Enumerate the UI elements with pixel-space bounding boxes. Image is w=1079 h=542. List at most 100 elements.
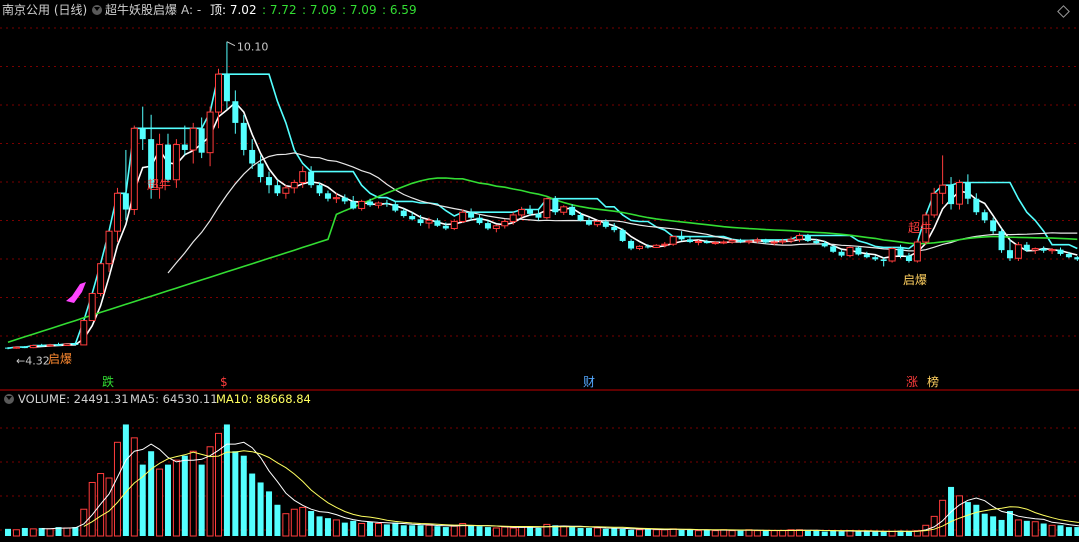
- volume-bar-up: [636, 529, 643, 537]
- volume-bar-down: [703, 529, 710, 536]
- candle-body-up: [189, 127, 197, 151]
- candle-body-up: [492, 225, 500, 229]
- volume-bar-down: [122, 424, 129, 536]
- candle-body-up: [1014, 244, 1022, 259]
- candle-body-up: [215, 73, 222, 113]
- candle-body-down: [21, 347, 28, 349]
- annotation-qibao: 启爆: [903, 273, 927, 287]
- volume-bar-up: [290, 508, 298, 537]
- volume-bar-down: [1074, 527, 1079, 536]
- candle-body-up: [652, 244, 660, 248]
- volume-bar-down: [804, 530, 811, 536]
- candle-body-down: [872, 257, 879, 260]
- candle-body-up: [113, 192, 121, 232]
- candle-body-up: [669, 236, 677, 245]
- candle-body-down: [72, 343, 79, 345]
- candle-body-down: [417, 219, 424, 224]
- candle-body-down: [442, 225, 449, 229]
- volume-bar-down: [434, 526, 441, 536]
- volume-bar-down: [619, 528, 626, 536]
- volume-bar-down: [687, 529, 694, 536]
- candle-body-up: [930, 192, 938, 216]
- candle-body-down: [687, 239, 694, 243]
- volume-bar-down: [383, 524, 390, 536]
- candle-body-up: [332, 197, 340, 200]
- candle-body-down: [308, 171, 315, 186]
- candle-body-up: [787, 238, 795, 242]
- volume-bar-up: [728, 530, 736, 537]
- candle-body-up: [939, 184, 947, 194]
- candle-body-up: [299, 171, 307, 183]
- volume-bar-up: [509, 527, 517, 537]
- candle-body-down: [400, 210, 407, 217]
- candle-body-down: [973, 198, 980, 213]
- volume-bar-down: [838, 531, 845, 536]
- high-label-pointer: [226, 41, 236, 47]
- volume-bar-down: [341, 522, 348, 536]
- volume-bar-up: [492, 527, 500, 537]
- candle-body-down: [1023, 244, 1030, 251]
- candle-body-up: [88, 292, 96, 322]
- annotation-zhang: 涨: [906, 374, 918, 389]
- volume-bar-up: [711, 530, 719, 537]
- volume-bar-up: [88, 481, 96, 537]
- volume-bar-down: [863, 531, 870, 536]
- candle-body-down: [838, 251, 845, 256]
- candle-body-down: [1057, 249, 1064, 254]
- volume-bar-down: [5, 528, 11, 536]
- candle-body-up: [459, 211, 467, 222]
- volume-bar-down: [484, 527, 491, 536]
- candle-body-up: [290, 181, 298, 189]
- candle-body-up: [955, 181, 963, 205]
- volume-bar-down: [611, 527, 618, 536]
- volume-bar-down: [1065, 527, 1072, 536]
- volume-bar-up: [206, 446, 214, 537]
- volume-bar-up: [105, 477, 113, 537]
- candle-body-up: [913, 241, 921, 262]
- volume-bar-down: [880, 531, 887, 536]
- volume-bar-down: [324, 518, 331, 536]
- candle-body-down: [762, 239, 769, 243]
- low-label: ←4.32: [16, 355, 50, 368]
- candle-body-up: [29, 344, 37, 349]
- candle-body-down: [880, 259, 887, 261]
- candle-body-up: [795, 235, 803, 240]
- volume-bar-down: [1006, 511, 1013, 536]
- volume-bar-up: [779, 530, 787, 537]
- volume-bar-up: [770, 530, 778, 537]
- volume-bar-up: [425, 524, 433, 537]
- candle-body-up: [425, 219, 433, 224]
- volume-bar-up: [1014, 519, 1022, 537]
- candle-body-down: [266, 177, 273, 186]
- candle-body-down: [569, 206, 576, 215]
- volume-bar-down: [762, 530, 769, 536]
- candle-body-up: [593, 220, 601, 226]
- candle-body-down: [5, 347, 11, 349]
- volume-bar-down: [981, 513, 988, 536]
- annotation-chaoniu: 超牛: [908, 220, 932, 235]
- candle-body-up: [172, 144, 180, 181]
- volume-bar-up: [299, 506, 307, 537]
- volume-bar-down: [569, 527, 576, 536]
- candle-body-down: [257, 163, 264, 178]
- candle-body-down: [813, 240, 820, 244]
- volume-bar-down: [21, 527, 28, 536]
- candle-body-up: [501, 220, 509, 227]
- candle-body-down: [484, 223, 491, 229]
- volume-bar-down: [409, 525, 416, 536]
- candle-body-up: [1031, 248, 1039, 251]
- candle-body-down: [535, 213, 542, 218]
- candle-body-up: [720, 241, 728, 244]
- volume-bar-down: [350, 520, 357, 536]
- volume-bar-down: [830, 530, 837, 536]
- candle-body-down: [341, 197, 348, 202]
- volume-bar-down: [232, 451, 239, 536]
- volume-bar-up: [652, 529, 660, 537]
- candle-body-down: [38, 345, 45, 347]
- candle-body-up: [711, 242, 719, 245]
- candle-body-down: [240, 122, 247, 150]
- candle-body-down: [964, 182, 971, 199]
- volume-bar-down: [240, 455, 247, 536]
- volume-bar-up: [661, 529, 669, 537]
- candle-body-down: [577, 214, 584, 221]
